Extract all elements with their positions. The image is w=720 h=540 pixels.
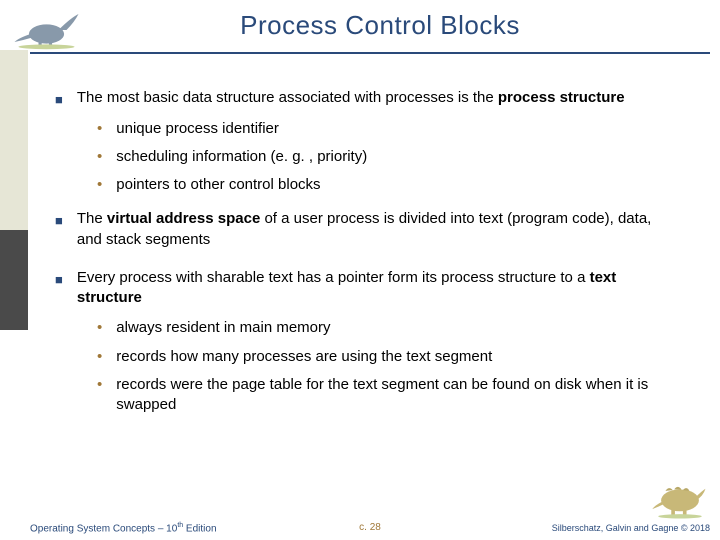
bullet-text: The virtual address space of a user proc… <box>77 209 675 250</box>
sub-list: • unique process identifier • scheduling… <box>97 119 675 196</box>
bullet-text: The most basic data structure associated… <box>77 88 625 109</box>
text-run: Every process with sharable text has a p… <box>77 269 590 286</box>
sub-bullet-text: records how many processes are using the… <box>116 347 492 367</box>
dot-bullet-icon: • <box>97 375 102 416</box>
slide-footer: Operating System Concepts – 10th Edition… <box>30 522 710 534</box>
footer-center: c. 28 <box>359 522 381 533</box>
sub-bullet-item: • scheduling information (e. g. , priori… <box>97 147 675 167</box>
dot-bullet-icon: • <box>97 147 102 167</box>
text-run: Operating System Concepts – 10 <box>30 523 177 534</box>
square-bullet-icon: ■ <box>55 271 63 309</box>
slide-title: Process Control Blocks <box>100 10 660 41</box>
slide-content: ■ The most basic data structure associat… <box>55 88 675 429</box>
sub-bullet-item: • always resident in main memory <box>97 318 675 338</box>
bullet-text: Every process with sharable text has a p… <box>77 268 675 309</box>
square-bullet-icon: ■ <box>55 91 63 109</box>
text-run: Edition <box>183 523 216 534</box>
bullet-item: ■ The most basic data structure associat… <box>55 88 675 109</box>
text-run: The <box>77 210 107 227</box>
sub-bullet-item: • records were the page table for the te… <box>97 375 675 416</box>
dot-bullet-icon: • <box>97 119 102 139</box>
sub-bullet-text: records were the page table for the text… <box>116 375 675 416</box>
sub-list: • always resident in main memory • recor… <box>97 318 675 415</box>
bullet-item: ■ The virtual address space of a user pr… <box>55 209 675 250</box>
text-bold: virtual address space <box>107 210 260 227</box>
footer-right: Silberschatz, Galvin and Gagne © 2018 <box>552 523 710 533</box>
sub-bullet-item: • unique process identifier <box>97 119 675 139</box>
slide-title-area: Process Control Blocks <box>100 10 660 41</box>
sub-bullet-item: • pointers to other control blocks <box>97 175 675 195</box>
sub-bullet-text: always resident in main memory <box>116 318 330 338</box>
dot-bullet-icon: • <box>97 347 102 367</box>
sub-bullet-text: unique process identifier <box>116 119 279 139</box>
left-decorative-stripe <box>0 0 28 540</box>
dinosaur-top-logo <box>8 2 93 50</box>
footer-left: Operating System Concepts – 10th Edition <box>30 522 217 534</box>
sub-bullet-text: pointers to other control blocks <box>116 175 320 195</box>
square-bullet-icon: ■ <box>55 212 63 250</box>
title-underline <box>30 52 710 54</box>
sub-bullet-item: • records how many processes are using t… <box>97 347 675 367</box>
bullet-item: ■ Every process with sharable text has a… <box>55 268 675 309</box>
dot-bullet-icon: • <box>97 318 102 338</box>
text-run: The most basic data structure associated… <box>77 89 498 106</box>
sub-bullet-text: scheduling information (e. g. , priority… <box>116 147 367 167</box>
dinosaur-bottom-logo <box>650 480 710 520</box>
text-bold: process structure <box>498 89 625 106</box>
dot-bullet-icon: • <box>97 175 102 195</box>
